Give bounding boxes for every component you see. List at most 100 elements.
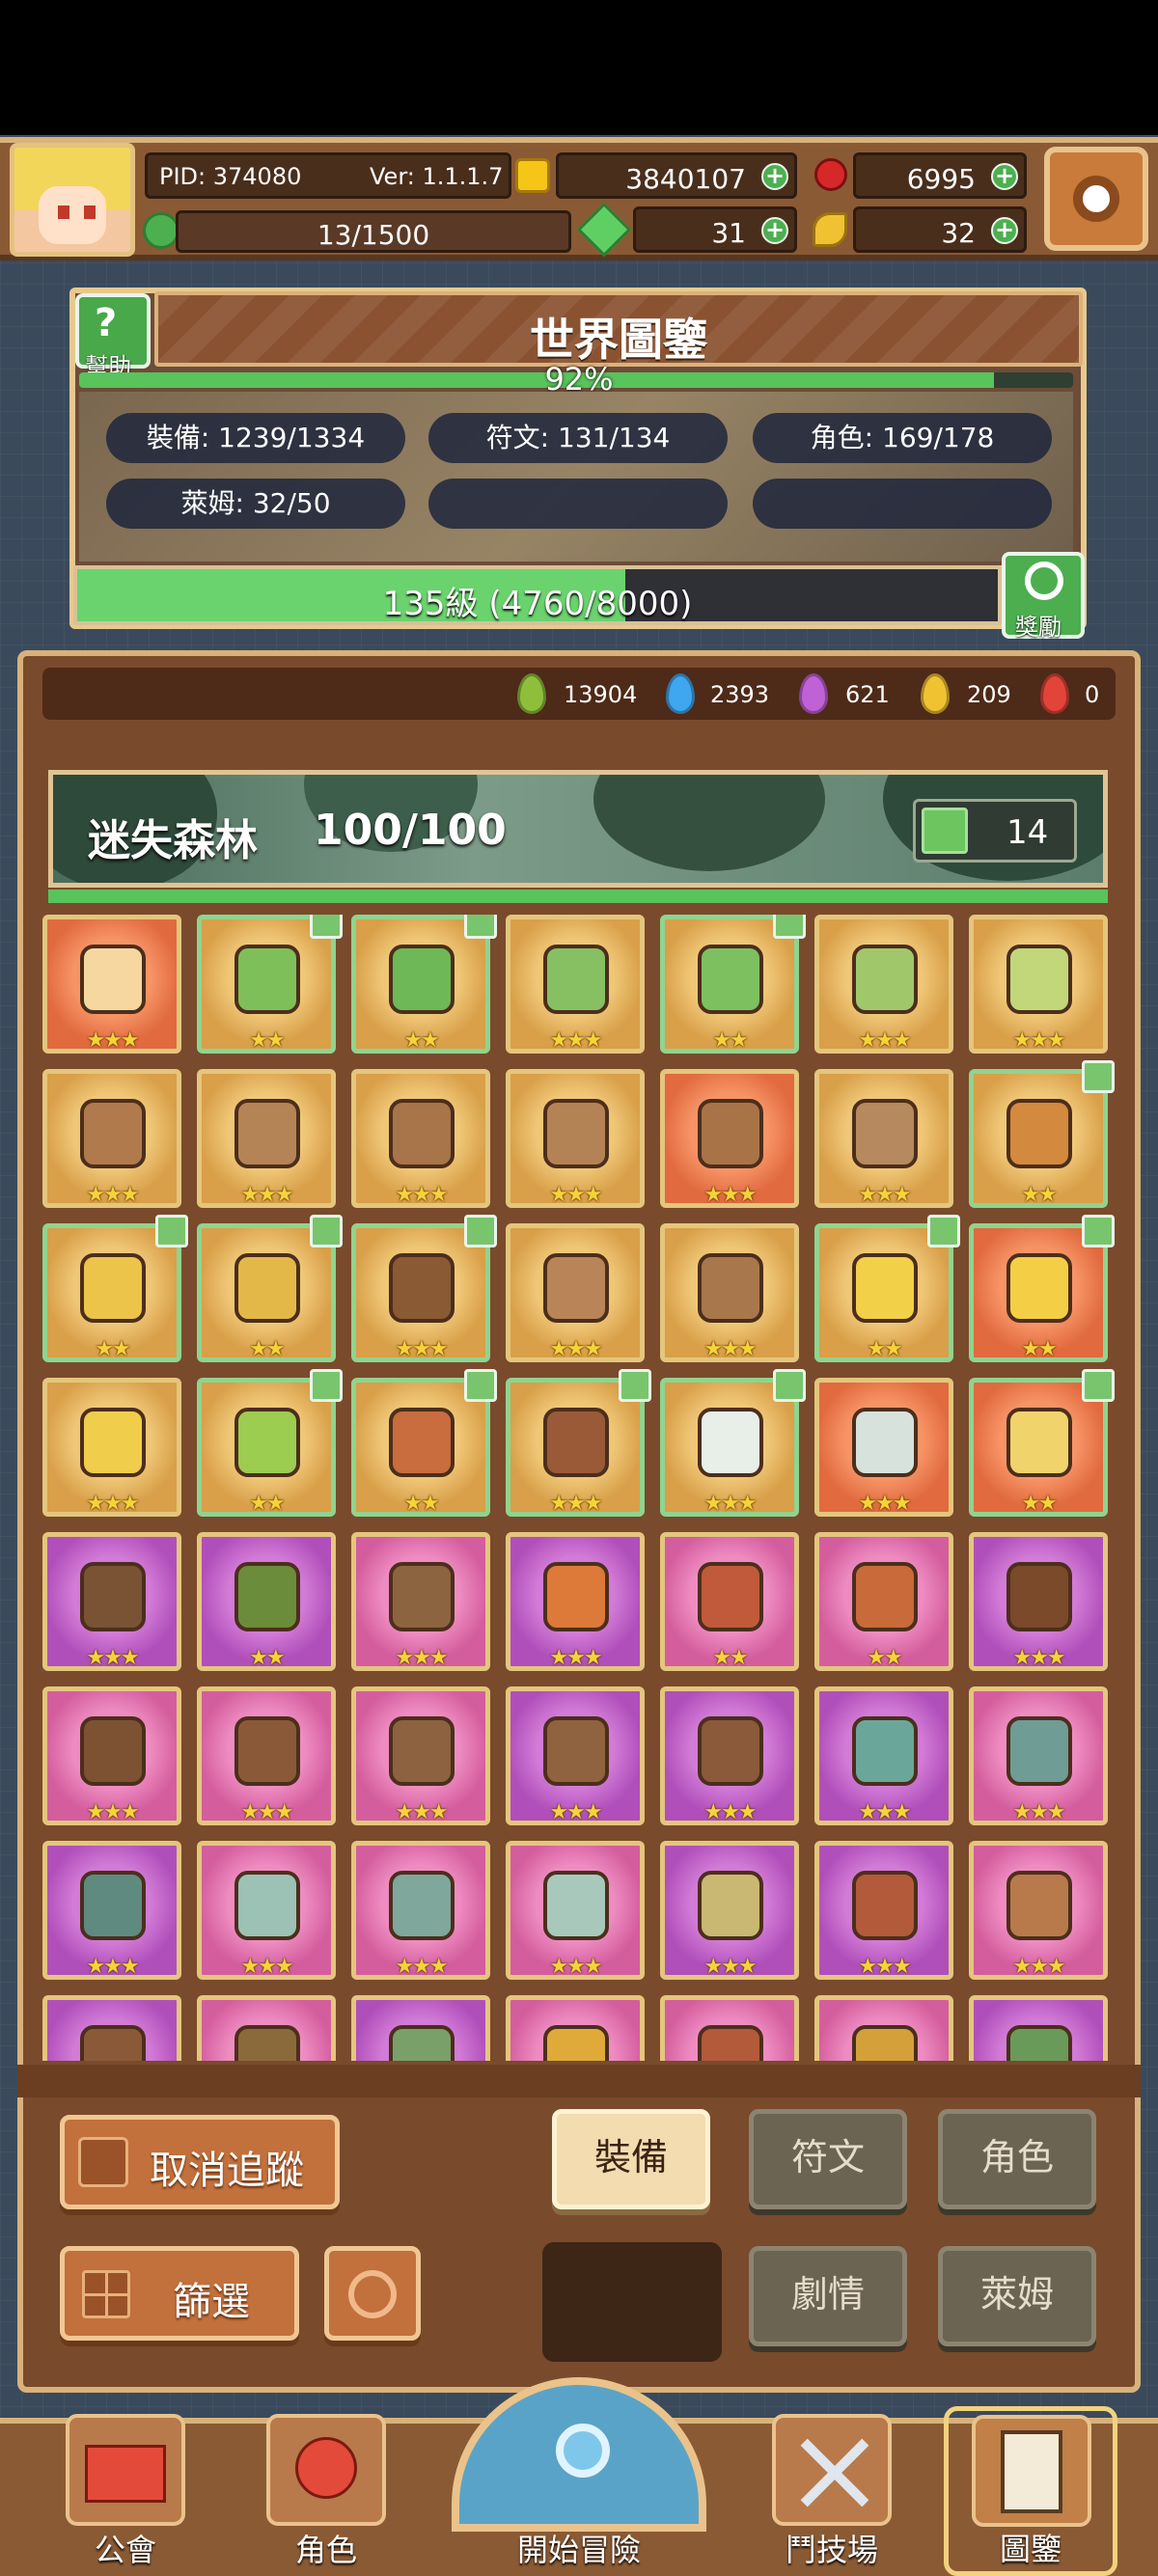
item-icon bbox=[543, 2025, 609, 2061]
equipment-item[interactable]: ★★★ bbox=[969, 915, 1108, 1054]
equipment-item[interactable]: ★★★ bbox=[660, 1841, 799, 1980]
equipment-item[interactable]: ★★★ bbox=[814, 1686, 953, 1825]
equipment-item[interactable]: ★★ bbox=[814, 1215, 960, 1362]
equipment-item[interactable]: ★★ bbox=[197, 1532, 336, 1671]
equipment-item[interactable]: ★★ bbox=[660, 915, 806, 1054]
equipment-item[interactable]: ★★★ bbox=[506, 1841, 645, 1980]
stat-slimes: 萊姆: 32/50 bbox=[106, 479, 405, 529]
equipment-item[interactable]: ★★★ bbox=[42, 1069, 181, 1208]
green-gem-icon bbox=[517, 673, 546, 714]
nav-codex[interactable]: 圖鑒 bbox=[944, 2406, 1117, 2576]
equipment-item[interactable]: ★★★ bbox=[197, 1841, 336, 1980]
equipment-item[interactable]: ★★★ bbox=[42, 1841, 181, 1980]
nav-arena[interactable]: 鬥技場 bbox=[745, 2412, 919, 2576]
item-stars: ★★★ bbox=[703, 1955, 757, 1979]
tab-equipment[interactable]: 裝備 bbox=[552, 2109, 710, 2209]
equipment-item[interactable]: ★★★ bbox=[351, 1841, 490, 1980]
item-icon bbox=[80, 1871, 146, 1940]
equipment-item[interactable]: ★★★ bbox=[660, 1686, 799, 1825]
add-key-icon[interactable]: + bbox=[991, 217, 1018, 244]
zone-like-box[interactable]: 14 bbox=[913, 799, 1077, 863]
equipment-item[interactable]: ★★ bbox=[969, 1369, 1115, 1517]
item-stars: ★★★ bbox=[703, 1183, 757, 1207]
equipment-item[interactable]: ★★★ bbox=[506, 1369, 651, 1517]
equipment-item[interactable]: ★★★ bbox=[351, 1215, 497, 1362]
equipment-item[interactable]: ★★★ bbox=[660, 1223, 799, 1362]
equipment-item[interactable]: ★★★ bbox=[814, 1069, 953, 1208]
equipment-item[interactable]: ★★★ bbox=[351, 1995, 490, 2061]
item-stars: ★★ bbox=[1021, 1337, 1057, 1361]
equipment-item[interactable]: ★★★ bbox=[814, 1995, 953, 2061]
equipment-item[interactable]: ★★★ bbox=[660, 1995, 799, 2061]
followed-thumb-icon bbox=[773, 1369, 806, 1402]
game-version: Ver: 1.1.1.7 bbox=[370, 163, 504, 190]
reward-button[interactable]: 獎勵 bbox=[1002, 552, 1085, 641]
tab-story[interactable]: 劇情 bbox=[749, 2246, 907, 2346]
equipment-item[interactable]: ★★★ bbox=[197, 1995, 336, 2061]
nav-guild[interactable]: 公會 bbox=[39, 2412, 212, 2576]
add-clover-icon[interactable]: + bbox=[761, 217, 788, 244]
item-stars: ★★ bbox=[712, 1646, 748, 1670]
equipment-item[interactable]: ★★ bbox=[197, 1369, 343, 1517]
codex-title-banner: 世界圖鑒 bbox=[154, 291, 1083, 367]
equipment-item[interactable]: ★★★ bbox=[506, 1223, 645, 1362]
equipment-item[interactable]: ★★★ bbox=[814, 1378, 953, 1517]
equipment-item[interactable]: ★★ bbox=[42, 1215, 188, 1362]
equipment-item[interactable]: ★★★ bbox=[506, 1069, 645, 1208]
equipment-item[interactable]: ★★★ bbox=[351, 1532, 490, 1671]
equipment-item[interactable]: ★★★ bbox=[197, 1686, 336, 1825]
equipment-item[interactable]: ★★★ bbox=[351, 1069, 490, 1208]
equipment-item[interactable]: ★★★ bbox=[197, 1069, 336, 1208]
equipment-item[interactable]: ★★★ bbox=[660, 1069, 799, 1208]
add-ruby-icon[interactable]: + bbox=[991, 163, 1018, 190]
equipment-item[interactable]: ★★★ bbox=[506, 915, 645, 1054]
equipment-item[interactable]: ★★ bbox=[660, 1532, 799, 1671]
followed-thumb-icon bbox=[773, 915, 806, 939]
item-stars: ★★ bbox=[867, 1337, 902, 1361]
nav-character[interactable]: 角色 bbox=[239, 2412, 413, 2576]
equipment-item[interactable]: ★★★ bbox=[969, 1532, 1108, 1671]
equipment-item[interactable]: ★★★ bbox=[506, 1532, 645, 1671]
item-icon bbox=[698, 1562, 763, 1631]
equipment-item[interactable]: ★★ bbox=[969, 1060, 1115, 1208]
reset-button[interactable] bbox=[324, 2246, 421, 2341]
purple-gem-count: 621 bbox=[845, 681, 890, 708]
add-gold-icon[interactable]: + bbox=[761, 163, 788, 190]
equipment-item[interactable]: ★★★ bbox=[506, 1995, 645, 2061]
player-avatar[interactable] bbox=[10, 143, 135, 257]
followed-thumb-icon bbox=[927, 1215, 960, 1247]
settings-gear-icon[interactable] bbox=[1044, 147, 1148, 251]
equipment-item[interactable]: ★★★ bbox=[42, 915, 181, 1054]
unfollow-button[interactable]: 取消追蹤 bbox=[60, 2115, 340, 2209]
equipment-item[interactable]: ★★★ bbox=[969, 1686, 1108, 1825]
equipment-item[interactable]: ★★★ bbox=[660, 1369, 806, 1517]
codex-level-text: 135級 (4760/8000) bbox=[382, 585, 693, 623]
equipment-item[interactable]: ★★★ bbox=[814, 915, 953, 1054]
tab-characters[interactable]: 角色 bbox=[938, 2109, 1096, 2209]
equipment-item[interactable]: ★★★ bbox=[42, 1378, 181, 1517]
equipment-item[interactable]: ★★ bbox=[969, 1215, 1115, 1362]
equipment-item[interactable]: ★★ bbox=[197, 915, 343, 1054]
tab-slimes[interactable]: 萊姆 bbox=[938, 2246, 1096, 2346]
filter-button[interactable]: 篩選 bbox=[60, 2246, 299, 2341]
nav-start-adventure[interactable]: 開始冒險 bbox=[438, 2377, 720, 2576]
tab-runes[interactable]: 符文 bbox=[749, 2109, 907, 2209]
equipment-item[interactable]: ★★★ bbox=[969, 1995, 1108, 2061]
equipment-item[interactable]: ★★ bbox=[351, 915, 497, 1054]
item-icon bbox=[698, 2025, 763, 2061]
help-button[interactable]: ? 幫助 bbox=[75, 293, 151, 380]
world-map-icon bbox=[452, 2377, 706, 2532]
equipment-item[interactable]: ★★★ bbox=[42, 1686, 181, 1825]
equipment-item[interactable]: ★★ bbox=[197, 1215, 343, 1362]
equipment-item[interactable]: ★★ bbox=[351, 1369, 497, 1517]
equipment-item[interactable]: ★★★ bbox=[42, 1532, 181, 1671]
nav-character-label: 角色 bbox=[294, 2532, 357, 2568]
equipment-item[interactable]: ★★★ bbox=[506, 1686, 645, 1825]
item-icon bbox=[543, 1716, 609, 1786]
equipment-item[interactable]: ★★★ bbox=[969, 1841, 1108, 1980]
equipment-item[interactable]: ★★ bbox=[814, 1532, 953, 1671]
equipment-item[interactable]: ★★★ bbox=[42, 1995, 181, 2061]
reset-icon bbox=[348, 2270, 397, 2318]
equipment-item[interactable]: ★★★ bbox=[351, 1686, 490, 1825]
equipment-item[interactable]: ★★★ bbox=[814, 1841, 953, 1980]
